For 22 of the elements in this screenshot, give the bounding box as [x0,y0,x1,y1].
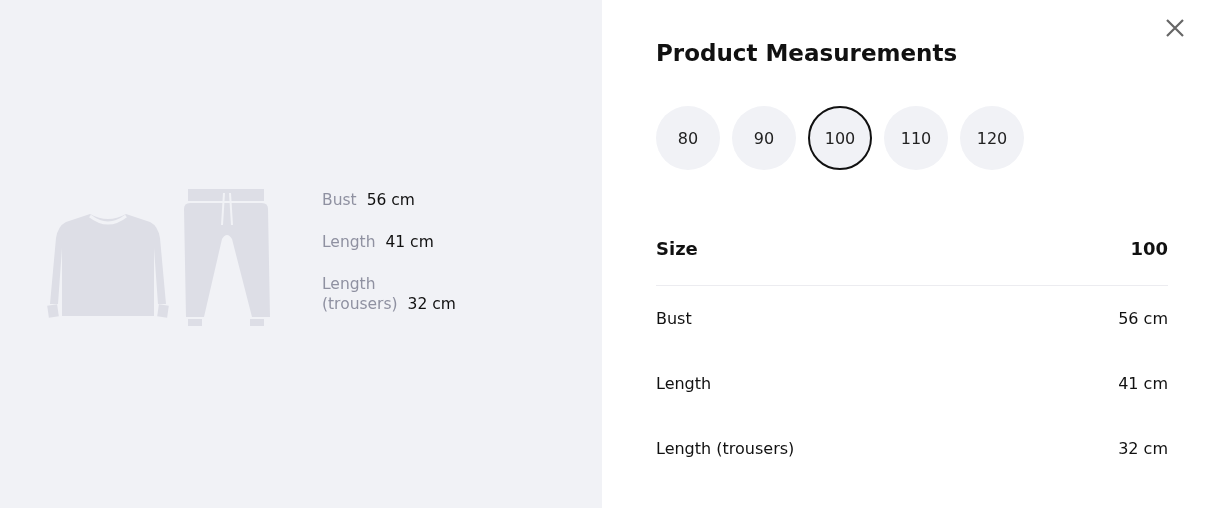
selected-size: 100 [1130,238,1168,259]
measurement-label: Bust [322,191,357,209]
measurement-label: Length (trousers) [322,275,398,313]
column-label: Size [656,238,698,259]
measurement-value: 32 cm [407,295,456,313]
close-button[interactable] [1165,18,1185,38]
panel-title: Product Measurements [656,39,959,68]
measurement-label: Length [322,233,376,251]
measurement-label: Length [656,374,712,393]
measurement-value: 56 cm [1118,309,1168,328]
measurement-value: 32 cm [1118,439,1168,458]
measurement-label: Length (trousers) [656,439,795,458]
size-option[interactable]: 80 [656,106,720,170]
close-icon [1165,18,1185,38]
measurement-label: Bust [656,309,692,328]
size-option[interactable]: 90 [732,106,796,170]
measurement-value: 41 cm [1118,374,1168,393]
measurement-value: 41 cm [385,233,434,251]
size-option[interactable]: 120 [960,106,1024,170]
size-option[interactable]: 100 [808,106,872,170]
measurement-value: 56 cm [366,191,415,209]
size-option[interactable]: 110 [884,106,948,170]
